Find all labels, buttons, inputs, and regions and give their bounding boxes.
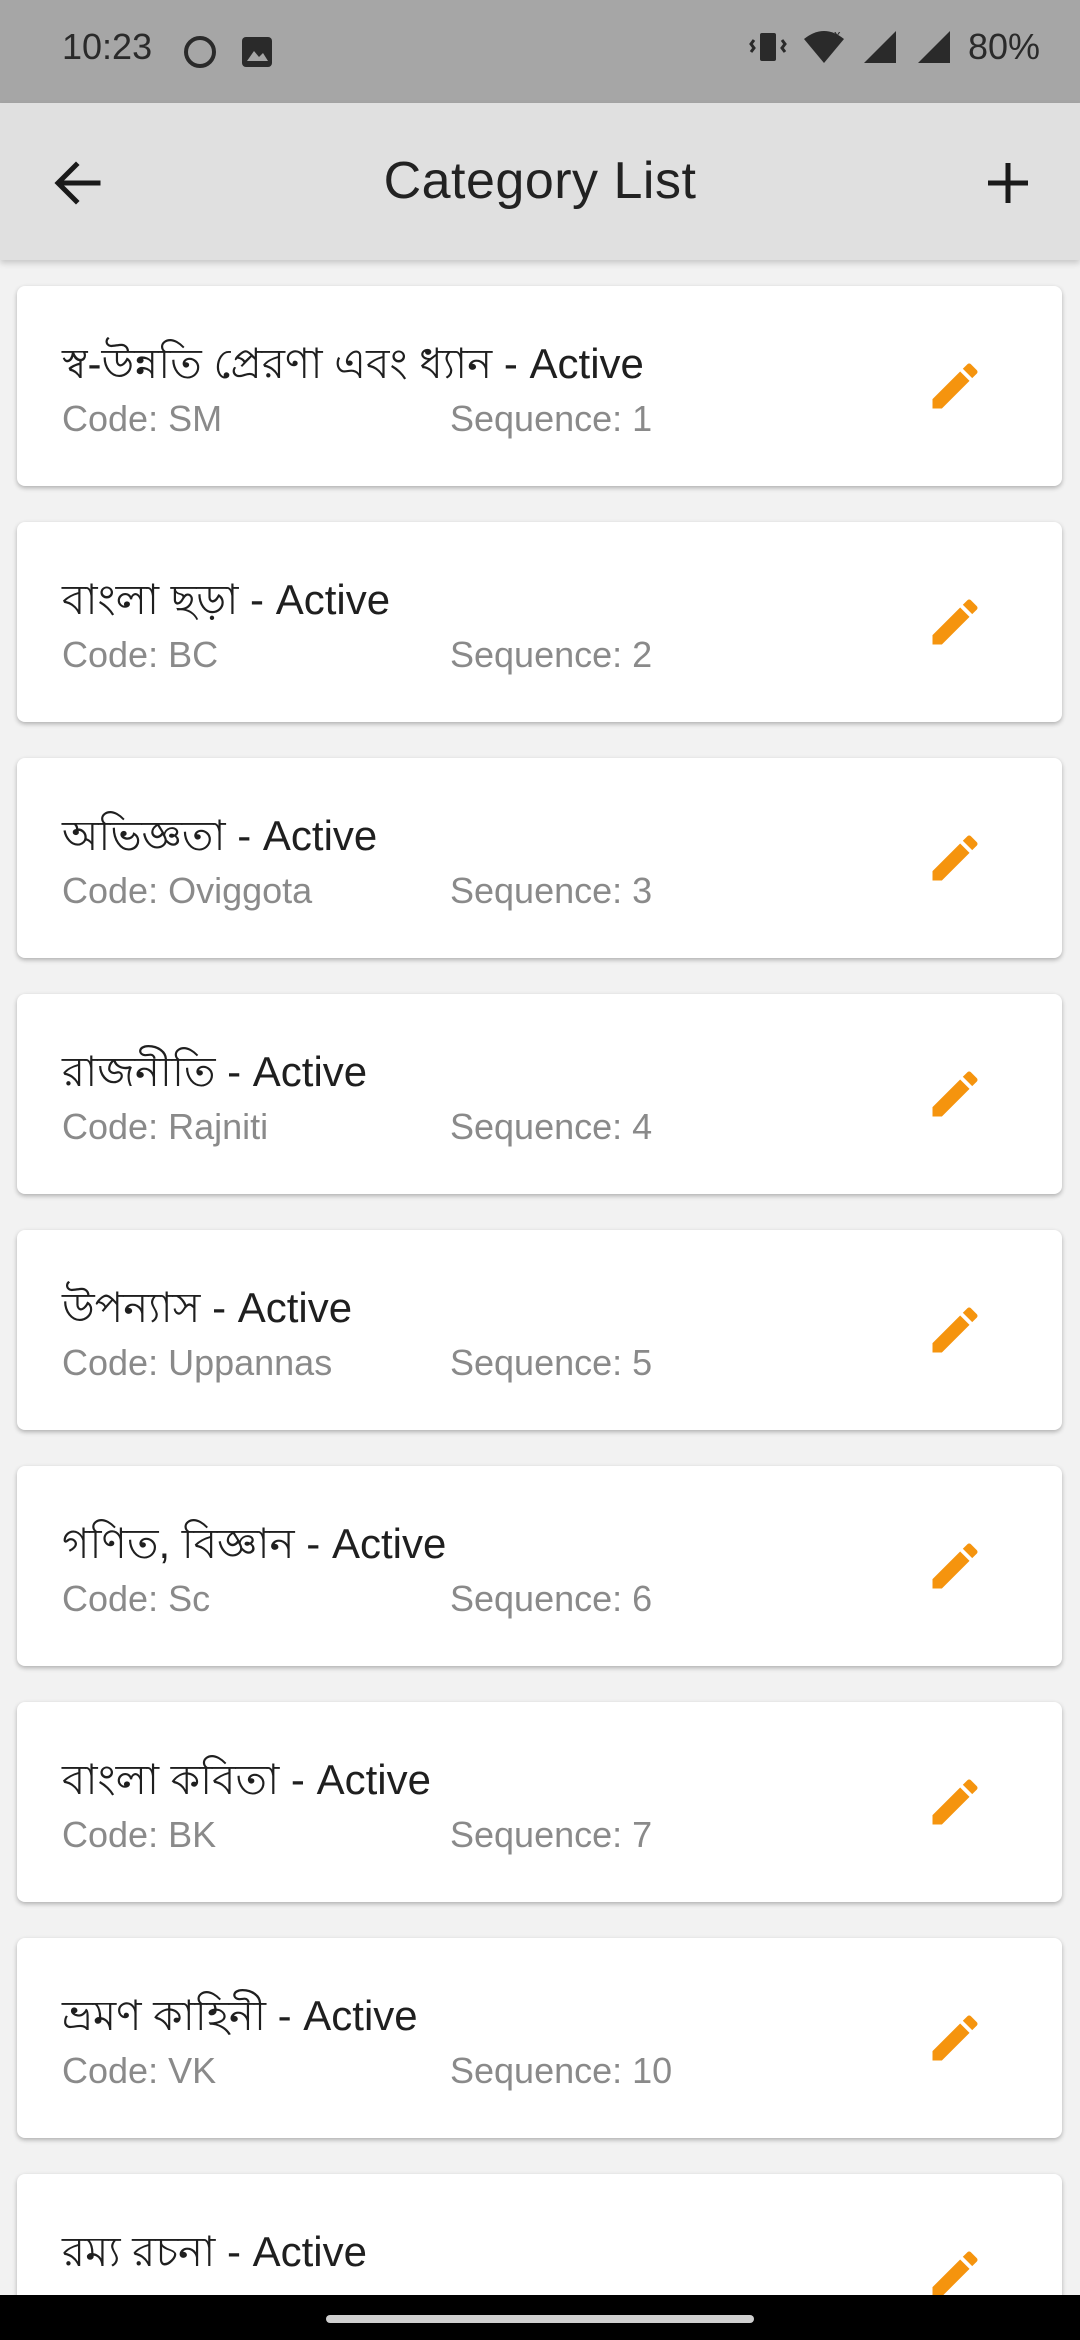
pencil-icon [932,1779,978,1825]
pencil-icon [932,363,978,409]
svg-text:x: x [834,27,841,42]
category-sequence: Sequence: 2 [450,634,653,675]
edit-button[interactable] [917,348,993,424]
image-notification-icon [242,37,272,67]
battery-percentage: 80% [967,26,1040,67]
category-card[interactable]: অভিজ্ঞতা - Active Code: Oviggota Sequenc… [17,758,1062,958]
category-name: উপন্যাস - Active [62,1284,353,1331]
edit-button[interactable] [917,2000,993,2076]
signal-icon-2 [917,31,950,63]
category-code: Code: Oviggota [62,870,313,911]
edit-button[interactable] [917,1764,993,1840]
category-name: স্ব-উন্নতি প্রেরণা এবং ধ্যান - Active [62,340,644,387]
category-sequence: Sequence: 3 [450,870,653,911]
edit-button[interactable] [917,584,993,660]
category-name: ভ্রমণ কাহিনী - Active [62,1992,418,2039]
circle-notification-icon [184,36,216,68]
category-name: বাংলা কবিতা - Active [62,1756,431,1803]
category-card[interactable]: রাজনীতি - Active Code: Rajniti Sequence:… [17,994,1062,1194]
vibrate-icon [749,33,787,61]
category-sequence: Sequence: 6 [450,1578,653,1619]
category-card[interactable]: বাংলা কবিতা - Active Code: BK Sequence: … [17,1702,1062,1902]
category-code: Code: SM [62,398,223,439]
edit-button[interactable] [917,1528,993,1604]
edit-button[interactable] [917,820,993,896]
page-title: Category List [383,152,697,210]
pencil-icon [932,835,978,881]
pencil-icon [932,1543,978,1589]
category-code: Code: BK [62,1814,217,1855]
category-code: Code: VK [62,2050,217,2091]
category-code: Code: BC [62,634,219,675]
category-name: গণিত, বিজ্ঞান - Active [62,1520,447,1567]
category-card[interactable]: গণিত, বিজ্ঞান - Active Code: Sc Sequence… [17,1466,1062,1666]
status-notification-icons [182,34,274,70]
pencil-icon [932,2015,978,2061]
category-code: Code: Sc [62,1578,211,1619]
navigation-bar [0,2295,1080,2340]
category-name: রম্য রচনা - Active [62,2228,367,2275]
category-sequence: Sequence: 1 [450,398,653,439]
wifi-icon: x [803,27,844,63]
category-sequence: Sequence: 4 [450,1106,653,1147]
category-card[interactable]: উপন্যাস - Active Code: Uppannas Sequence… [17,1230,1062,1430]
plus-icon [988,163,1028,203]
category-name: বাংলা ছড়া - Active [62,576,391,623]
status-system-icons: x 80% [748,26,1040,68]
category-list[interactable]: স্ব-উন্নতি প্রেরণা এবং ধ্যান - Active Co… [0,260,1080,2295]
gesture-handle[interactable] [326,2315,754,2323]
edit-button[interactable] [917,1056,993,1132]
status-time: 10:23 [62,26,153,67]
pencil-icon [932,1071,978,1117]
pencil-icon [932,599,978,645]
edit-button[interactable] [917,1292,993,1368]
category-code: Code: Uppannas [62,1342,333,1383]
category-sequence: Sequence: 10 [450,2050,673,2091]
signal-icon-1 [863,31,896,63]
app-bar: Category List [0,103,1080,260]
edit-button[interactable] [917,2236,993,2295]
category-sequence: Sequence: 5 [450,1342,653,1383]
add-category-button[interactable] [970,145,1046,221]
category-name: রাজনীতি - Active [62,1048,368,1095]
category-card[interactable]: ভ্রমণ কাহিনী - Active Code: VK Sequence:… [17,1938,1062,2138]
category-card[interactable]: বাংলা ছড়া - Active Code: BC Sequence: 2 [17,522,1062,722]
category-code: Code: Rajniti [62,1106,269,1147]
category-name: অভিজ্ঞতা - Active [62,812,378,859]
category-card[interactable]: স্ব-উন্নতি প্রেরণা এবং ধ্যান - Active Co… [17,286,1062,486]
category-card[interactable]: রম্য রচনা - Active [17,2174,1062,2295]
pencil-icon [932,2251,978,2295]
pencil-icon [932,1307,978,1353]
status-bar: 10:23 x 80% [0,0,1080,103]
category-sequence: Sequence: 7 [450,1814,653,1855]
